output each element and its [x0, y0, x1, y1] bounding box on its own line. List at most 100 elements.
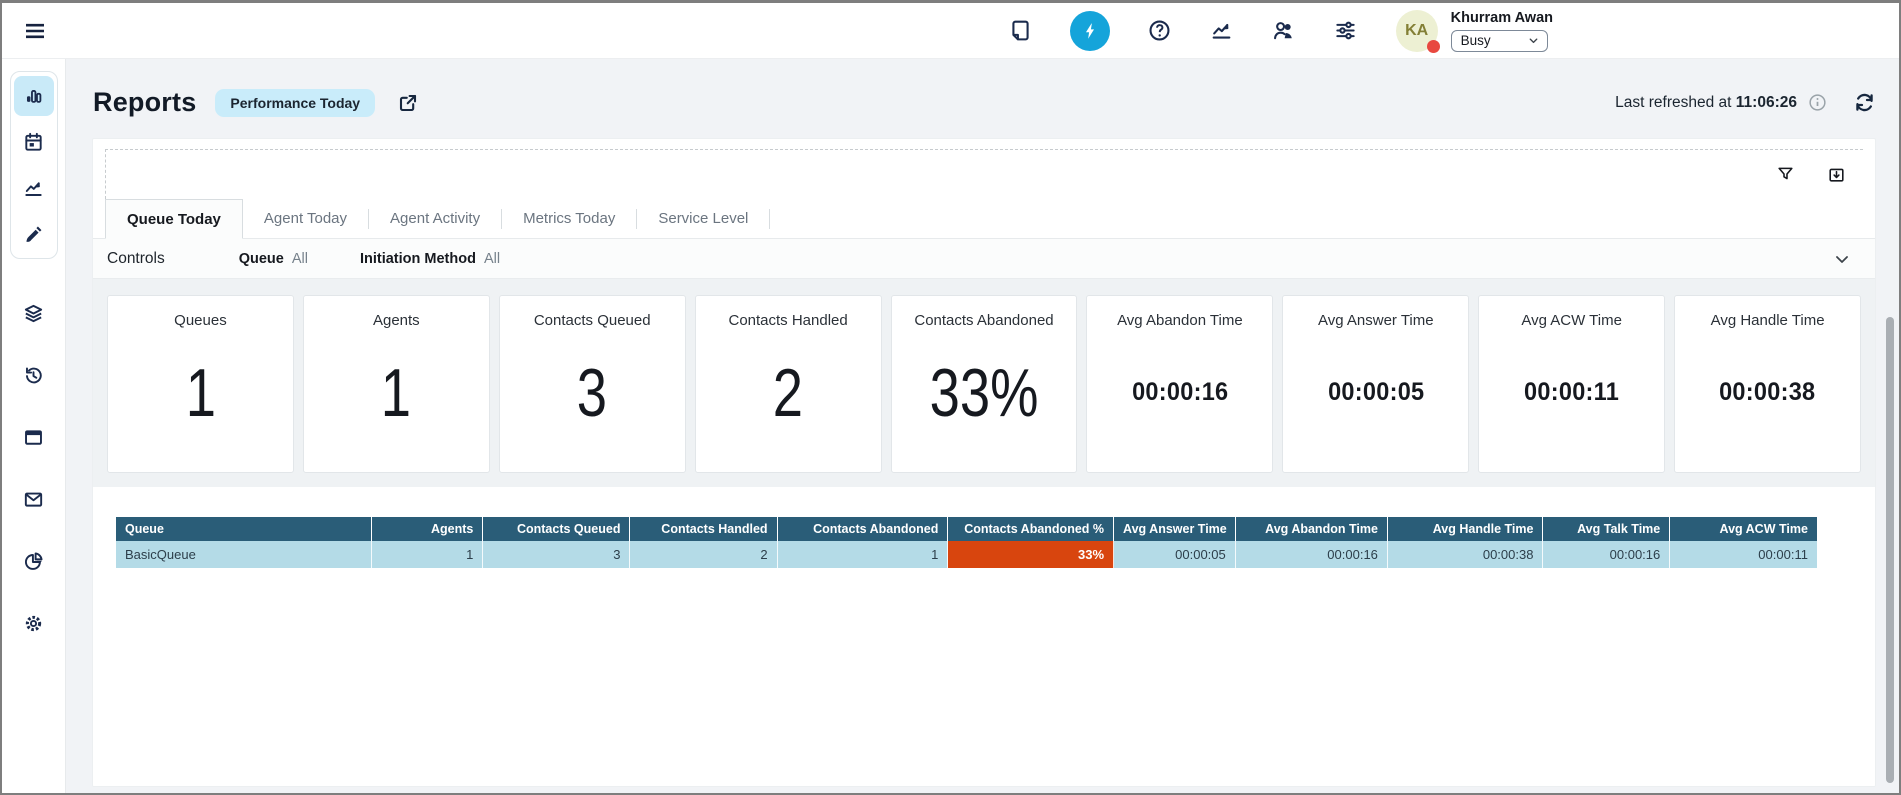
lightning-icon — [1079, 20, 1101, 42]
filter-value: All — [292, 251, 308, 267]
controls-label: Controls — [107, 250, 165, 268]
table-cell: 00:00:05 — [1114, 541, 1236, 568]
refresh-button[interactable] — [1852, 90, 1877, 115]
metric-card-value-wrap: 3 — [573, 329, 611, 472]
table-column-header[interactable]: Avg Answer Time — [1114, 517, 1236, 541]
metric-card-value: 1 — [185, 354, 215, 432]
metric-card-label: Contacts Handled — [728, 312, 847, 329]
download-button[interactable] — [1826, 164, 1847, 185]
last-refreshed-text: Last refreshed at 11:06:26 — [1615, 94, 1797, 112]
metric-card: Avg ACW Time00:00:11 — [1478, 295, 1665, 473]
sliders-icon — [1333, 18, 1358, 43]
note-button[interactable] — [1008, 18, 1033, 43]
calendar-icon — [22, 131, 45, 154]
help-button[interactable] — [1147, 18, 1172, 43]
table-column-header[interactable]: Avg Talk Time — [1543, 517, 1670, 541]
metric-card-value-wrap: 00:00:16 — [1129, 329, 1231, 472]
tab-agent-today[interactable]: Agent Today — [243, 198, 368, 238]
table-column-header[interactable]: Contacts Abandoned — [777, 517, 948, 541]
sidebar-item-layers[interactable] — [14, 293, 54, 333]
metric-card-value-wrap: 00:00:11 — [1521, 329, 1622, 472]
hamburger-icon — [23, 19, 47, 43]
table-cell: 00:00:11 — [1670, 541, 1817, 568]
metrics-button[interactable] — [1209, 18, 1234, 43]
status-select[interactable]: Busy — [1451, 30, 1548, 52]
sidebar-item-email[interactable] — [14, 479, 54, 519]
metric-card-label: Contacts Abandoned — [914, 312, 1053, 329]
filter-queue[interactable]: Queue All — [239, 251, 308, 267]
topbar-icon-group — [1008, 11, 1358, 51]
filter-initiation-method[interactable]: Initiation Method All — [360, 251, 500, 267]
table-cell: 3 — [483, 541, 630, 568]
queue-table-section: QueueAgentsContacts QueuedContacts Handl… — [93, 487, 1875, 786]
queue-table: QueueAgentsContacts QueuedContacts Handl… — [116, 517, 1817, 568]
metric-card-label: Avg Abandon Time — [1117, 312, 1243, 329]
table-cell: 1 — [777, 541, 948, 568]
table-column-header[interactable]: Queue — [116, 517, 371, 541]
history-icon — [22, 364, 45, 387]
table-column-header[interactable]: Contacts Abandoned % — [948, 517, 1114, 541]
sidebar-item-window[interactable] — [14, 417, 54, 457]
table-column-header[interactable]: Contacts Queued — [483, 517, 630, 541]
table-cell: 1 — [371, 541, 483, 568]
open-external-button[interactable] — [396, 91, 420, 115]
filter-icon — [1775, 164, 1796, 185]
metric-card: Avg Answer Time00:00:05 — [1282, 295, 1469, 473]
table-column-header[interactable]: Avg ACW Time — [1670, 517, 1817, 541]
settings-sliders-button[interactable] — [1333, 18, 1358, 43]
table-cell: BasicQueue — [116, 541, 371, 568]
user-name: Khurram Awan — [1451, 10, 1553, 26]
tab-service-level[interactable]: Service Level — [637, 198, 769, 238]
sidebar-item-calendar[interactable] — [14, 122, 54, 162]
sidebar-item-customize[interactable] — [14, 214, 54, 254]
filter-name: Queue — [239, 251, 284, 267]
layers-icon — [22, 302, 45, 325]
tab-queue-today[interactable]: Queue Today — [105, 199, 243, 239]
last-refreshed-label: Last refreshed at — [1615, 94, 1731, 111]
metric-cards: Queues1Agents1Contacts Queued3Contacts H… — [93, 279, 1875, 487]
sidebar-item-dashboard[interactable] — [14, 76, 54, 116]
collapse-controls-button[interactable] — [1831, 248, 1853, 270]
pie-chart-icon — [22, 550, 45, 573]
table-column-header[interactable]: Avg Abandon Time — [1235, 517, 1387, 541]
main-content: Reports Performance Today Last refreshed… — [66, 59, 1899, 793]
metric-card-value-wrap: 1 — [377, 329, 415, 472]
sidebar-item-settings[interactable] — [14, 603, 54, 643]
paintbrush-icon — [22, 223, 45, 246]
sidebar-item-metrics[interactable] — [14, 168, 54, 208]
filter-name: Initiation Method — [360, 251, 476, 267]
metric-card-value: 00:00:38 — [1719, 378, 1815, 407]
sidebar-item-history[interactable] — [14, 355, 54, 395]
metric-card-label: Agents — [373, 312, 420, 329]
tab-metrics-today[interactable]: Metrics Today — [502, 198, 636, 238]
directory-button[interactable] — [1271, 18, 1296, 43]
page-header: Reports Performance Today Last refreshed… — [66, 59, 1899, 138]
note-icon — [1008, 18, 1033, 43]
filter-button[interactable] — [1775, 164, 1796, 185]
metric-card-value: 3 — [577, 354, 607, 432]
metric-card-value: 00:00:05 — [1328, 378, 1424, 407]
metric-card-label: Queues — [174, 312, 227, 329]
avatar-initials: KA — [1405, 22, 1428, 40]
avatar[interactable]: KA — [1396, 10, 1438, 52]
metric-card-value: 00:00:11 — [1524, 378, 1619, 407]
line-chart-icon — [22, 177, 45, 200]
metric-card: Avg Handle Time 00:00:38 — [1674, 295, 1861, 473]
chevron-down-icon — [1527, 34, 1540, 47]
vertical-scrollbar[interactable] — [1886, 317, 1894, 783]
quick-actions-button[interactable] — [1070, 11, 1110, 51]
mail-icon — [22, 488, 45, 511]
table-column-header[interactable]: Agents — [371, 517, 483, 541]
table-row: BasicQueue132133%00:00:0500:00:1600:00:3… — [116, 541, 1817, 568]
filter-value: All — [484, 251, 500, 267]
tab-agent-activity[interactable]: Agent Activity — [369, 198, 501, 238]
metric-card: Contacts Queued3 — [499, 295, 686, 473]
sidebar-item-pie-report[interactable] — [14, 541, 54, 581]
download-icon — [1826, 164, 1847, 185]
table-column-header[interactable]: Contacts Handled — [630, 517, 777, 541]
people-icon — [1271, 18, 1296, 43]
table-column-header[interactable]: Avg Handle Time — [1387, 517, 1543, 541]
info-button[interactable] — [1807, 92, 1828, 113]
menu-button[interactable] — [17, 13, 53, 49]
metric-card-label: Avg Handle Time — [1711, 312, 1825, 329]
